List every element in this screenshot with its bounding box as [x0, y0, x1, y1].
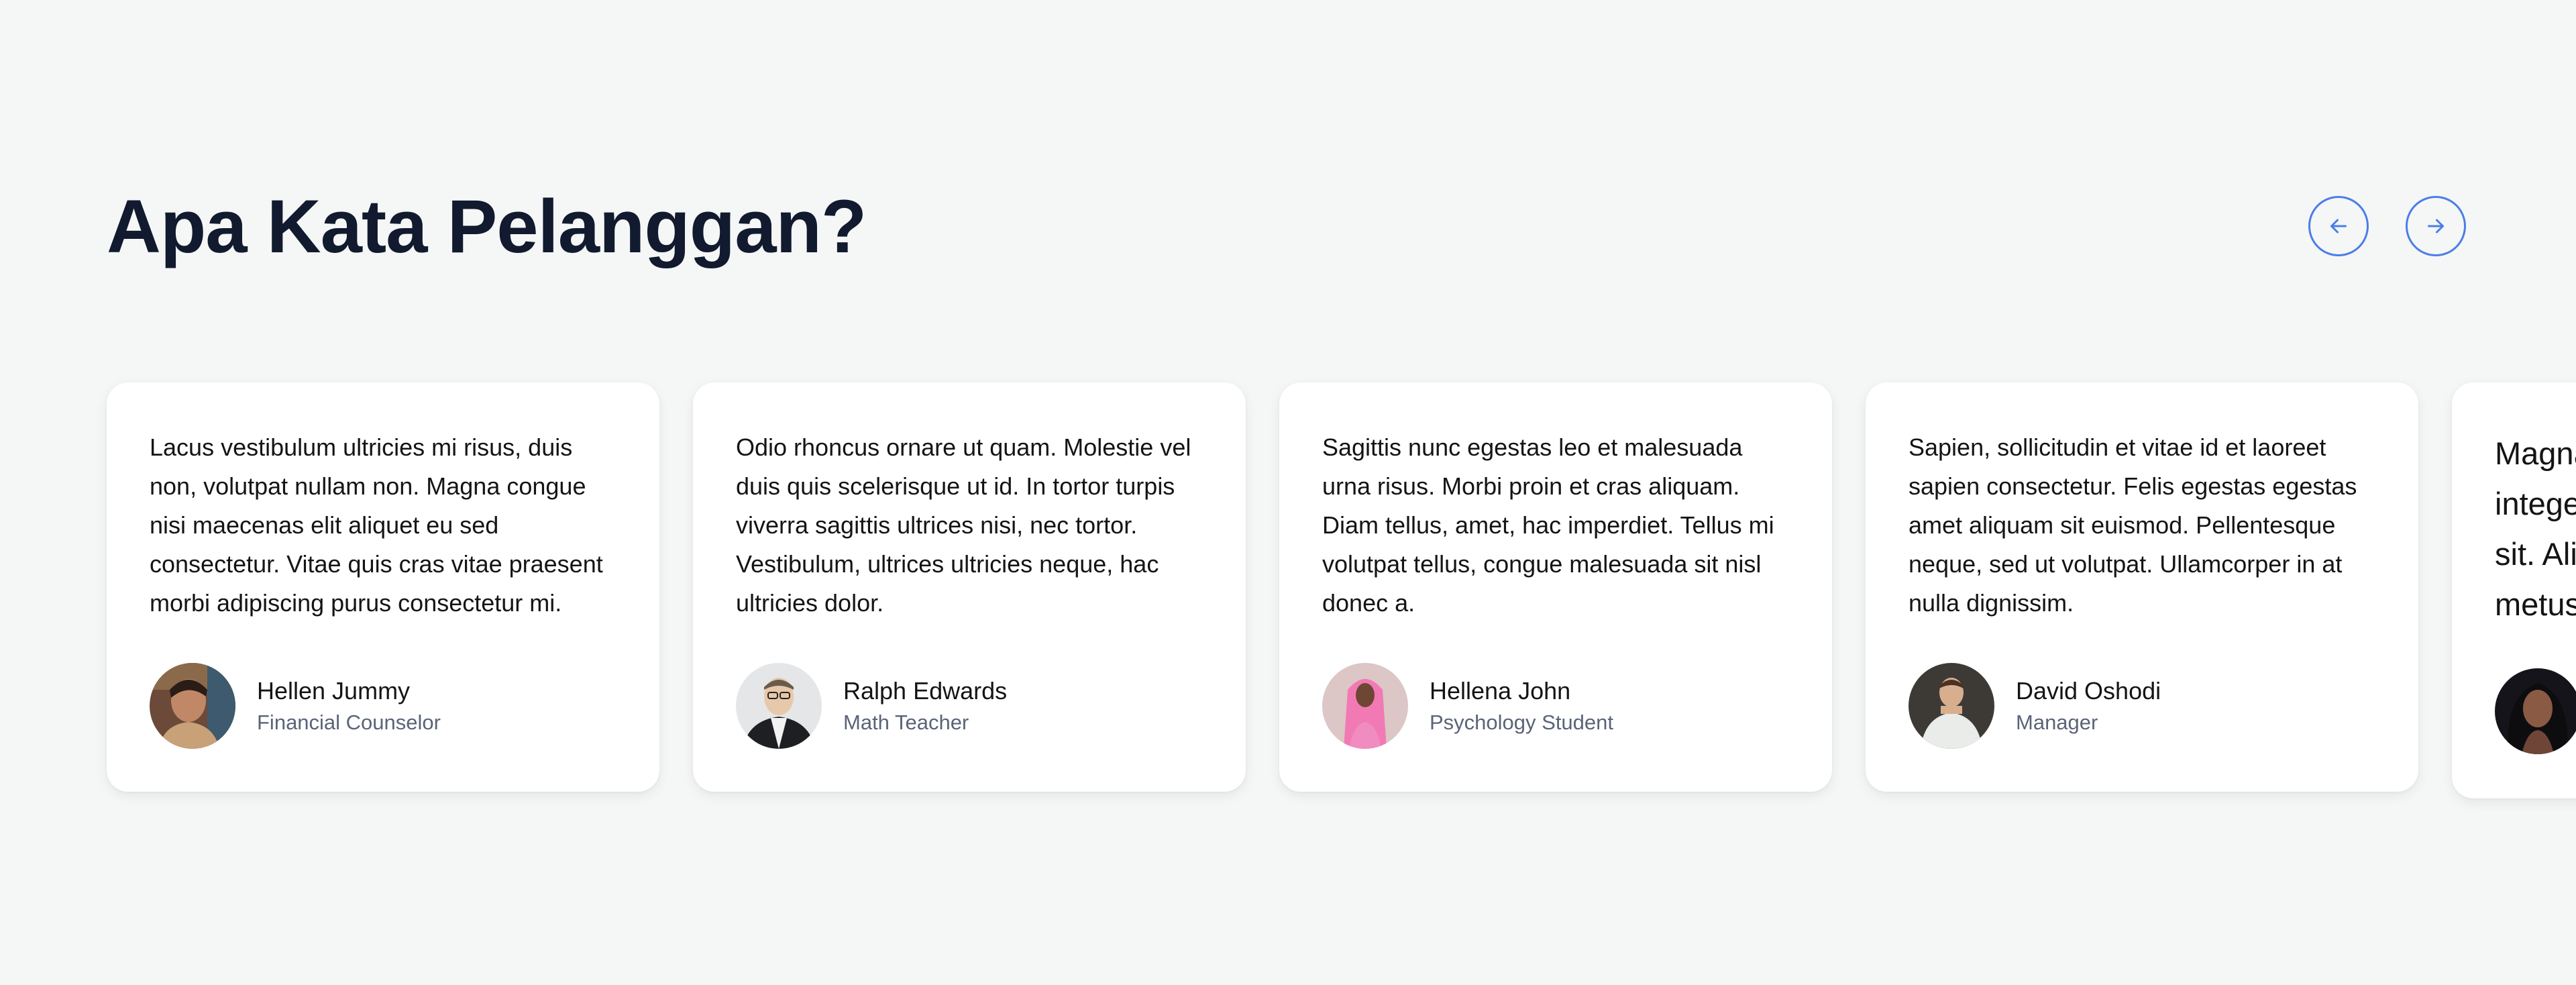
testimonials-section: Apa Kata Pelanggan? Lacus vestibulum ult… [0, 0, 2576, 985]
quote-line: intege [2495, 486, 2576, 521]
author-name: Ralph Edwards [843, 677, 1008, 705]
author-role: Math Teacher [843, 711, 969, 734]
quote-line: Magna [2495, 435, 2576, 471]
testimonial-author: Hellena John Psychology Student [1322, 663, 1613, 749]
testimonial-quote: Sagittis nunc egestas leo et malesuada u… [1322, 433, 1774, 617]
testimonial-card: Odio rhoncus ornare ut quam. Molestie ve… [693, 382, 1246, 792]
testimonial-quote: Odio rhoncus ornare ut quam. Molestie ve… [736, 433, 1191, 617]
testimonial-author: Ralph Edwards Math Teacher [736, 663, 1007, 749]
testimonial-author: David Oshodi Manager [1909, 663, 2161, 749]
testimonial-author [2495, 668, 2576, 754]
quote-line: sit. Ali [2495, 536, 2576, 572]
testimonial-quote: Magna intege sit. Ali metus [2495, 428, 2576, 629]
author-name: Hellena John [1430, 677, 1571, 705]
section-title: Apa Kata Pelanggan? [107, 185, 867, 268]
author-name: Hellen Jummy [257, 677, 411, 705]
testimonial-card: Lacus vestibulum ultricies mi risus, dui… [107, 382, 659, 792]
testimonial-carousel[interactable]: Lacus vestibulum ultricies mi risus, dui… [107, 382, 2576, 798]
author-role: Financial Counselor [257, 711, 441, 734]
arrow-left-icon [2330, 219, 2347, 234]
avatar [2495, 668, 2576, 754]
testimonial-card: Sagittis nunc egestas leo et malesuada u… [1279, 382, 1832, 792]
testimonial-card: Magna intege sit. Ali metus [2452, 382, 2576, 798]
avatar [1909, 663, 1994, 749]
avatar [736, 663, 822, 749]
arrow-right-icon [2428, 219, 2444, 234]
quote-line: metus [2495, 586, 2576, 622]
avatar [1322, 663, 1408, 749]
testimonial-quote: Lacus vestibulum ultricies mi risus, dui… [150, 433, 603, 617]
testimonial-card: Sapien, sollicitudin et vitae id et laor… [1866, 382, 2418, 792]
testimonial-author: Hellen Jummy Financial Counselor [150, 663, 441, 749]
avatar [150, 663, 235, 749]
author-role: Manager [2016, 711, 2098, 734]
author-role: Psychology Student [1430, 711, 1614, 734]
author-name: David Oshodi [2016, 677, 2161, 705]
next-button[interactable] [2406, 196, 2466, 256]
testimonial-quote: Sapien, sollicitudin et vitae id et laor… [1909, 433, 2357, 617]
previous-button[interactable] [2308, 196, 2369, 256]
